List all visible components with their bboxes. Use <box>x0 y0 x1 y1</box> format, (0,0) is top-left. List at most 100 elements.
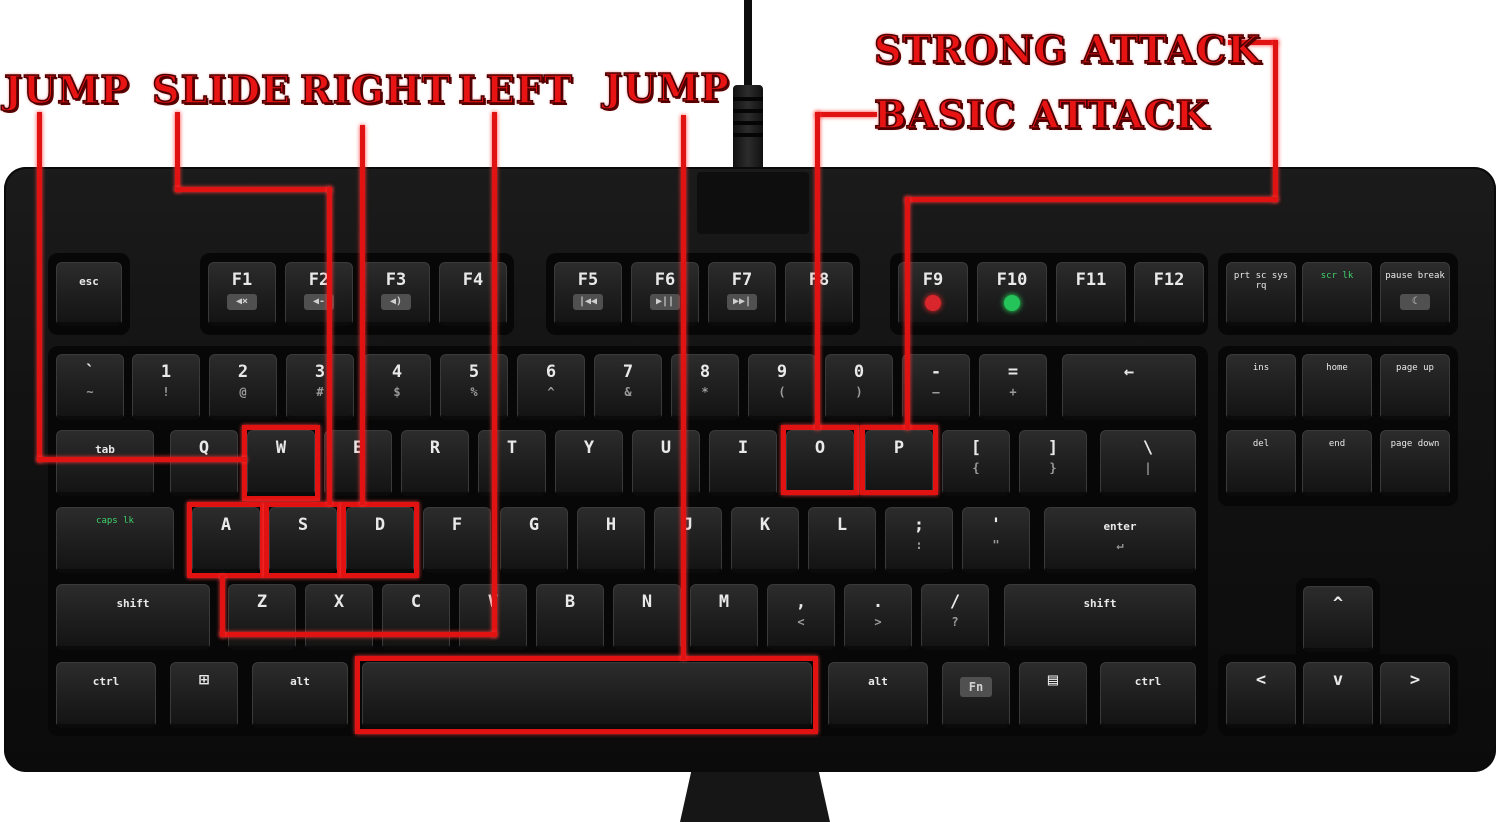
key-arrow-left[interactable]: < <box>1226 662 1296 728</box>
key-label: F <box>451 515 463 535</box>
key-w[interactable]: W <box>247 430 315 496</box>
key-right-ctrl[interactable]: ctrl <box>1100 662 1196 728</box>
key-esc[interactable]: esc <box>56 262 122 326</box>
key-f[interactable]: F <box>423 507 491 573</box>
key-7[interactable]: 7 & <box>594 354 662 420</box>
key-comma[interactable]: , < <box>767 584 835 650</box>
key-m[interactable]: M <box>690 584 758 650</box>
key-caps-lock[interactable]: caps lk <box>56 507 174 573</box>
key-2[interactable]: 2 @ <box>209 354 277 420</box>
key-4[interactable]: 4 $ <box>363 354 431 420</box>
key-delete[interactable]: del <box>1226 430 1296 496</box>
key-j[interactable]: J <box>654 507 722 573</box>
key-label: \ <box>1142 438 1154 458</box>
key-label: caps lk <box>96 516 134 526</box>
key-left-alt[interactable]: alt <box>252 662 348 728</box>
key-shift-label: & <box>624 385 632 399</box>
key-arrow-right[interactable]: > <box>1380 662 1450 728</box>
key-pause[interactable]: pause break ☾ <box>1380 262 1450 326</box>
key-print-screen[interactable]: prt sc sys rq <box>1226 262 1296 326</box>
key-left-shift[interactable]: shift <box>56 584 210 650</box>
key-backslash[interactable]: \ | <box>1100 430 1196 496</box>
key-semicolon[interactable]: ;: <box>885 507 953 573</box>
key-d[interactable]: D <box>346 507 414 573</box>
key-f11[interactable]: F11 <box>1056 262 1126 326</box>
enter-arrow-icon: ↵ <box>1116 538 1124 552</box>
key-3[interactable]: 3 # <box>286 354 354 420</box>
key-0[interactable]: 0) <box>825 354 893 420</box>
key-a[interactable]: A <box>192 507 260 573</box>
key-o[interactable]: O <box>786 430 854 496</box>
key-9[interactable]: 9( <box>748 354 816 420</box>
key-page-up[interactable]: page up <box>1380 354 1450 420</box>
key-label: B <box>564 592 576 612</box>
key-z[interactable]: Z <box>228 584 296 650</box>
key-l[interactable]: L <box>808 507 876 573</box>
key-g[interactable]: G <box>500 507 568 573</box>
key-arrow-up[interactable]: ^ <box>1303 586 1373 652</box>
key-enter[interactable]: enter ↵ <box>1044 507 1196 573</box>
key-k[interactable]: K <box>731 507 799 573</box>
key-equal[interactable]: = + <box>979 354 1047 420</box>
key-h[interactable]: H <box>577 507 645 573</box>
key-label: alt <box>868 675 888 688</box>
key-5[interactable]: 5% <box>440 354 508 420</box>
key-f12[interactable]: F12 <box>1134 262 1204 326</box>
key-shift-label: { <box>972 461 980 475</box>
key-f5[interactable]: F5 |◀◀ <box>554 262 622 326</box>
key-t[interactable]: T <box>478 430 546 496</box>
key-space[interactable] <box>362 662 812 728</box>
key-quote[interactable]: ' " <box>962 507 1030 573</box>
key-x[interactable]: X <box>305 584 373 650</box>
key-shift-label: — <box>932 385 940 399</box>
key-y[interactable]: Y <box>555 430 623 496</box>
key-f3[interactable]: F3 ◀) <box>362 262 430 326</box>
key-r[interactable]: R <box>401 430 469 496</box>
key-label: Fn <box>960 677 992 697</box>
key-c[interactable]: C <box>382 584 450 650</box>
key-6[interactable]: 6 ^ <box>517 354 585 420</box>
key-home[interactable]: home <box>1302 354 1372 420</box>
key-minus[interactable]: - — <box>902 354 970 420</box>
key-backspace[interactable]: ← <box>1062 354 1196 420</box>
key-p[interactable]: P <box>865 430 933 496</box>
key-i[interactable]: I <box>709 430 777 496</box>
key-page-down[interactable]: page down <box>1380 430 1450 496</box>
key-1[interactable]: 1! <box>132 354 200 420</box>
key-menu[interactable]: ▤ <box>1019 662 1087 728</box>
key-insert[interactable]: ins <box>1226 354 1296 420</box>
key-label: 3 <box>314 362 326 382</box>
key-s[interactable]: S <box>269 507 337 573</box>
key-grave[interactable]: ` ~ <box>56 354 124 420</box>
key-right-shift[interactable]: shift <box>1004 584 1196 650</box>
key-label: del <box>1252 439 1270 449</box>
key-u[interactable]: U <box>632 430 700 496</box>
key-fn[interactable]: Fn <box>942 662 1010 728</box>
key-f1[interactable]: F1 ◀× <box>208 262 276 326</box>
key-left-bracket[interactable]: [{ <box>942 430 1010 496</box>
key-windows[interactable]: ⊞ <box>170 662 238 728</box>
key-slash[interactable]: /? <box>921 584 989 650</box>
key-right-alt[interactable]: alt <box>828 662 928 728</box>
key-arrow-down[interactable]: v <box>1303 662 1373 728</box>
key-label: , <box>795 592 807 612</box>
key-f10[interactable]: F10 <box>977 262 1047 326</box>
key-shift-label: " <box>992 538 1000 552</box>
key-tab[interactable]: tab <box>56 430 154 496</box>
key-label: - <box>930 362 942 382</box>
key-q[interactable]: Q <box>170 430 238 496</box>
key-e[interactable]: E <box>324 430 392 496</box>
key-f6[interactable]: F6 ▶|| <box>631 262 699 326</box>
key-b[interactable]: B <box>536 584 604 650</box>
key-label: F6 <box>654 270 676 290</box>
key-end[interactable]: end <box>1302 430 1372 496</box>
key-label: F10 <box>996 270 1028 290</box>
volume-up-icon: ◀) <box>381 294 411 310</box>
key-scroll-lock[interactable]: scr lk <box>1302 262 1372 326</box>
key-n[interactable]: N <box>613 584 681 650</box>
key-f7[interactable]: F7 ▶▶| <box>708 262 776 326</box>
key-period[interactable]: . > <box>844 584 912 650</box>
key-left-ctrl[interactable]: ctrl <box>56 662 156 728</box>
key-f2[interactable]: F2 ◀- <box>285 262 353 326</box>
key-right-bracket[interactable]: ]} <box>1019 430 1087 496</box>
